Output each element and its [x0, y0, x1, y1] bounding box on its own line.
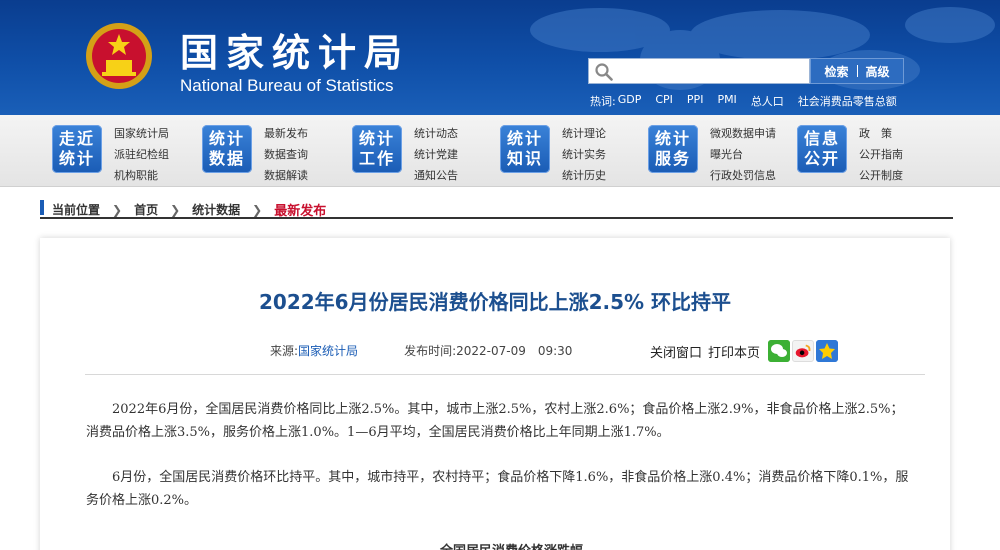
hot-words-label: 热词: — [590, 95, 616, 108]
nav-link[interactable]: 机构职能 — [114, 165, 169, 186]
publish-time: 2022-07-09 09:30 — [456, 344, 573, 358]
nav-badge-label: 统计 知识 — [506, 129, 543, 168]
nav-link[interactable]: 统计理论 — [562, 123, 606, 144]
nav-badge-service[interactable]: 统计 服务 — [648, 125, 698, 173]
advanced-search-button[interactable]: 高级 — [866, 63, 890, 80]
breadcrumb-items: 当前位置 ❯ 首页 ❯ 统计数据 ❯ 最新发布 — [52, 200, 326, 220]
article-tools: 关闭窗口 打印本页 — [650, 340, 839, 362]
nav-badge-knowledge[interactable]: 统计 知识 — [500, 125, 550, 173]
nav-links: 统计动态 统计党建 通知公告 — [414, 123, 458, 186]
search-buttons: 检索 高级 — [810, 58, 904, 84]
hot-word-link[interactable]: PPI — [687, 93, 704, 109]
nav-link[interactable]: 微观数据申请 — [710, 123, 776, 144]
nav-badge-label: 信息 公开 — [803, 129, 840, 168]
button-separator — [856, 65, 858, 77]
table-heading: 全国居民消费价格涨跌幅 — [440, 540, 583, 550]
source-label: 来源: — [270, 344, 299, 358]
nav-link[interactable]: 数据查询 — [264, 144, 308, 165]
breadcrumb: 当前位置 ❯ 首页 ❯ 统计数据 ❯ 最新发布 — [40, 197, 953, 219]
qzone-share-icon[interactable] — [816, 340, 839, 362]
nav-link[interactable]: 政 策 — [859, 123, 903, 144]
nav-link[interactable]: 统计动态 — [414, 123, 458, 144]
nav-link[interactable]: 统计实务 — [562, 144, 606, 165]
nav-badge-label: 统计 数据 — [208, 129, 245, 168]
nav-link[interactable]: 公开指南 — [859, 144, 903, 165]
hot-word-link[interactable]: GDP — [618, 93, 642, 109]
source-link[interactable]: 国家统计局 — [298, 342, 358, 359]
site-header: 国家统计局 National Bureau of Statistics 检索 高… — [0, 0, 1000, 115]
nav-links: 微观数据申请 曝光台 行政处罚信息 — [710, 123, 776, 186]
nav-link[interactable]: 统计历史 — [562, 165, 606, 186]
nav-links: 最新发布 数据查询 数据解读 — [264, 123, 308, 186]
nav-badge-about[interactable]: 走近 统计 — [52, 125, 102, 173]
site-subtitle: National Bureau of Statistics — [180, 76, 394, 95]
nav-link[interactable]: 曝光台 — [710, 144, 776, 165]
breadcrumb-label: 当前位置 — [52, 203, 101, 217]
breadcrumb-link-home[interactable]: 首页 — [134, 201, 158, 218]
national-emblem-icon — [86, 23, 152, 89]
nav-badge-label: 统计 服务 — [654, 129, 691, 168]
nav-link[interactable]: 公开制度 — [859, 165, 903, 186]
hot-words: 热词: GDP CPI PPI PMI 总人口 社会消费品零售总额 — [590, 93, 911, 109]
hot-word-link[interactable]: CPI — [655, 93, 673, 109]
hot-word-link[interactable]: PMI — [717, 93, 736, 109]
nav-badge-work[interactable]: 统计 工作 — [352, 125, 402, 173]
site-title: 国家统计局 — [180, 30, 411, 75]
hot-word-link[interactable]: 社会消费品零售总额 — [798, 93, 897, 109]
breadcrumb-marker — [40, 200, 44, 215]
nav-link[interactable]: 行政处罚信息 — [710, 165, 776, 186]
article-meta: 来源: 国家统计局 发布时间: 2022-07-09 09:30 — [270, 342, 572, 359]
search-icon[interactable] — [595, 63, 613, 81]
nav-links: 国家统计局 派驻纪检组 机构职能 — [114, 123, 169, 186]
article-title: 2022年6月份居民消费价格同比上涨2.5% 环比持平 — [258, 290, 731, 314]
nav-link[interactable]: 通知公告 — [414, 165, 458, 186]
hot-word-link[interactable]: 总人口 — [751, 93, 784, 109]
nav-badge-data[interactable]: 统计 数据 — [202, 125, 252, 173]
nav-links: 政 策 公开指南 公开制度 — [859, 123, 903, 186]
nav-link[interactable]: 国家统计局 — [114, 123, 169, 144]
main-nav: 走近 统计 国家统计局 派驻纪检组 机构职能 统计 数据 最新发布 数据查询 数… — [0, 115, 1000, 187]
chevron-right-icon: ❯ — [170, 202, 181, 217]
nav-badge-label: 统计 工作 — [358, 129, 395, 168]
weibo-share-icon[interactable] — [792, 340, 815, 362]
close-window-button[interactable]: 关闭窗口 — [650, 342, 702, 361]
time-label: 发布时间: — [404, 344, 457, 358]
chevron-right-icon: ❯ — [252, 202, 263, 217]
breadcrumb-link-data[interactable]: 统计数据 — [192, 201, 240, 218]
article-paragraph: 6月份，全国居民消费价格环比持平。其中，城市持平，农村持平；食品价格下降1.6%… — [86, 470, 909, 508]
nav-badge-label: 走近 统计 — [58, 129, 95, 168]
search-input[interactable] — [617, 62, 803, 82]
article-panel: 2022年6月份居民消费价格同比上涨2.5% 环比持平 来源: 国家统计局 发布… — [40, 238, 950, 550]
article-paragraph: 2022年6月份，全国居民消费价格同比上涨2.5%。其中，城市上涨2.5%，农村… — [86, 402, 904, 440]
nav-link[interactable]: 最新发布 — [264, 123, 308, 144]
search-button[interactable]: 检索 — [824, 63, 848, 80]
breadcrumb-current[interactable]: 最新发布 — [274, 200, 326, 219]
nav-link[interactable]: 数据解读 — [264, 165, 308, 186]
nav-link[interactable]: 派驻纪检组 — [114, 144, 169, 165]
nav-link[interactable]: 统计党建 — [414, 144, 458, 165]
chevron-right-icon: ❯ — [112, 202, 123, 217]
article-divider — [85, 374, 925, 375]
print-page-button[interactable]: 打印本页 — [708, 342, 760, 361]
nav-links: 统计理论 统计实务 统计历史 — [562, 123, 606, 186]
wechat-share-icon[interactable] — [768, 340, 791, 362]
search-box — [588, 58, 810, 84]
nav-badge-disclosure[interactable]: 信息 公开 — [797, 125, 847, 173]
